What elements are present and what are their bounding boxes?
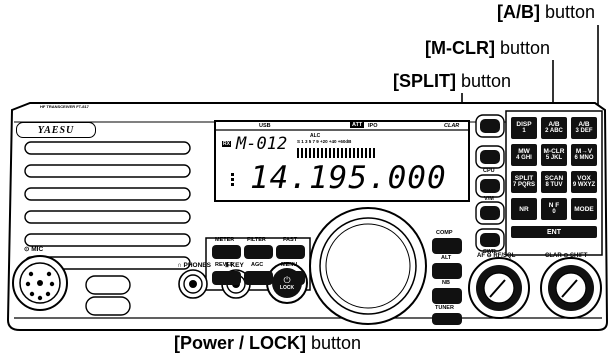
cpu-label: CPU (483, 168, 495, 174)
lcd-usb-indicator: USB (259, 123, 271, 129)
mic-jack[interactable] (13, 256, 67, 310)
power-icon: ⏻ (283, 274, 291, 285)
power-symbol-icon: ⊙ (24, 246, 30, 253)
af-rf-knob-hit[interactable] (469, 258, 529, 318)
power-lock-button[interactable]: ⏻ LOCK (272, 268, 302, 298)
alt-label: ALT (441, 255, 452, 261)
fast-label: FAST (283, 237, 298, 243)
ent-button[interactable]: ENT (511, 226, 597, 238)
comp-button[interactable] (432, 238, 462, 254)
lcd-att-indicator: ATT (350, 122, 365, 128)
menu-label: MENU (281, 262, 298, 268)
model-text: HF TRANSCEIVER FT-817 (40, 104, 89, 109)
key-nf[interactable]: N F0 (541, 198, 567, 220)
lcd-ipo-indicator: IPO (368, 123, 378, 129)
key-mode[interactable]: MODE (571, 198, 597, 220)
key-nr[interactable]: NR (511, 198, 537, 220)
nb-button[interactable] (432, 288, 462, 304)
meter-label: METER (215, 237, 235, 243)
ab-button[interactable]: A/B 3 DEF (571, 117, 597, 139)
split-button[interactable]: SPLIT 7 PQRS (511, 171, 537, 193)
fast-button[interactable] (276, 245, 305, 259)
mic-label: ⊙ MIC (24, 246, 44, 253)
filter-label: FILTER (247, 237, 266, 243)
mclr-button[interactable]: M-CLR 5 JKL (541, 144, 567, 166)
key-mw[interactable]: MW 4 GHI (511, 144, 537, 166)
agc-label: AGC (251, 262, 264, 268)
filter-button[interactable] (244, 245, 273, 259)
clar-shift-knob-hit[interactable] (541, 258, 601, 318)
lcd-frequency: 14.195.000 (250, 160, 447, 196)
brand-badge: YAESU (16, 122, 96, 138)
lcd-s-meter-scale: S 1 3 5 7 9 +20 +40 +60dB (297, 139, 352, 144)
tuner-button[interactable] (432, 313, 462, 325)
lcd-clar-indicator: CLAR (444, 123, 460, 129)
brand-logo: YAESU (37, 124, 75, 136)
meter-button[interactable] (212, 245, 241, 259)
phones-jack-hit[interactable] (179, 270, 207, 298)
key-icon: ⫫ (225, 262, 229, 269)
vm-label: V/M (484, 196, 494, 202)
lock-label: LOCK (279, 284, 295, 291)
lcd-memory-channel: M-012 (236, 134, 288, 154)
headphones-icon: ∩ (177, 262, 182, 269)
tuner-label: TUNER (435, 305, 454, 311)
nb-label: NB (442, 280, 450, 286)
key-disp[interactable]: DISP 1 (511, 117, 537, 139)
key-vox[interactable]: VOX 9 WXYZ (571, 171, 597, 193)
key-jack-hit[interactable] (222, 270, 250, 298)
key-mv[interactable]: M→V 6 MNO (571, 144, 597, 166)
alt-button[interactable] (432, 263, 462, 279)
main-dial-hit[interactable] (310, 208, 426, 324)
phones-label: ∩ PHONES (177, 262, 211, 269)
lcd-rx-indicator: RX (222, 141, 231, 147)
key-scan[interactable]: SCAN 8 TUV (541, 171, 567, 193)
comp-label: COMP (436, 230, 453, 236)
key-jack-label: ⫫ KEY (225, 262, 244, 269)
key-2abc[interactable]: A/B 2 ABC (541, 117, 567, 139)
